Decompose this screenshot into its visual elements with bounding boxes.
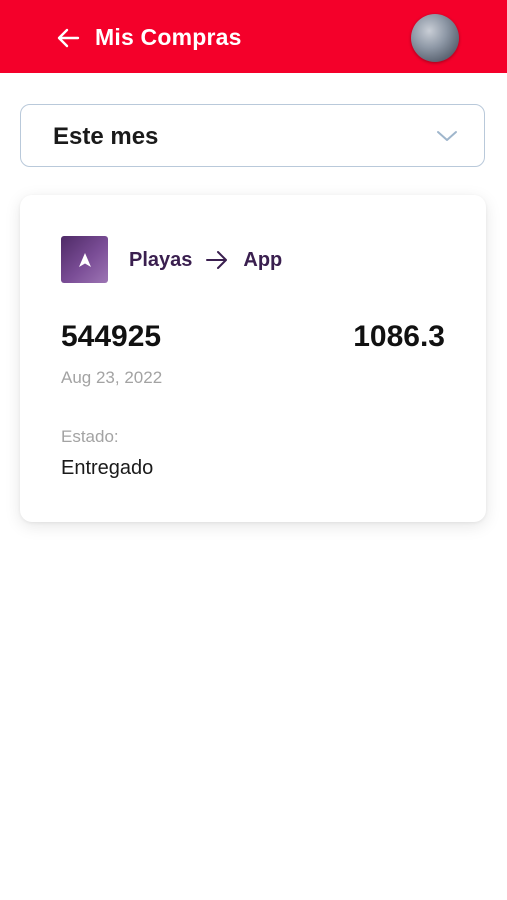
status-label: Estado: — [61, 427, 119, 446]
order-id: 544925 — [61, 320, 162, 353]
order-amount: 1086.3 — [353, 320, 445, 353]
avatar[interactable] — [411, 14, 459, 62]
order-card[interactable]: Playas App 544925 1086.3 Aug 23, 2022 Es… — [20, 195, 486, 522]
page-title: Mis Compras — [95, 24, 242, 50]
status-value: Entregado — [61, 457, 154, 479]
arrow-left-icon — [57, 28, 80, 48]
route-destination: App — [243, 249, 283, 271]
app-header: Mis Compras — [0, 0, 507, 73]
route-origin: Playas — [129, 249, 193, 271]
navigation-arrow-icon — [78, 252, 91, 267]
period-select-value: Este mes — [53, 123, 159, 150]
arrow-right-icon — [205, 250, 229, 270]
back-button[interactable] — [54, 24, 82, 52]
brand-logo — [61, 236, 108, 283]
chevron-down-icon — [437, 131, 457, 141]
order-route: Playas App — [129, 246, 282, 274]
period-select[interactable]: Este mes — [20, 104, 485, 167]
order-date: Aug 23, 2022 — [61, 368, 163, 387]
